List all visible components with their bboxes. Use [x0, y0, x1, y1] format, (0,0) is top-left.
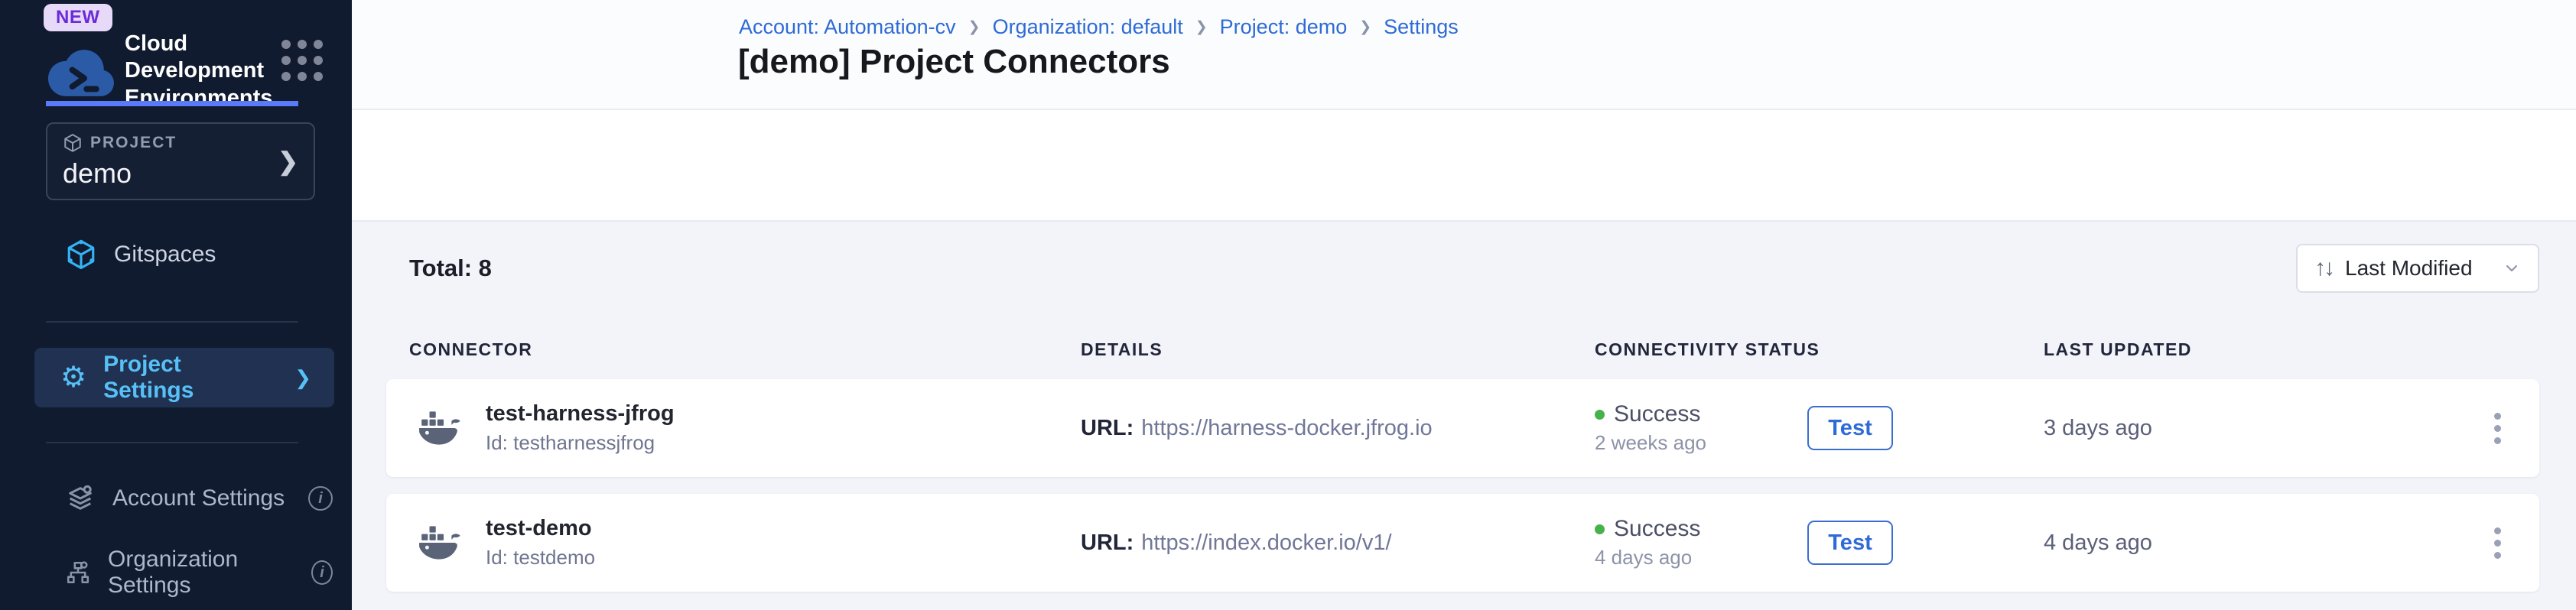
sidebar-item-account-settings[interactable]: Account Settings i [65, 483, 333, 514]
cube-icon [63, 133, 83, 153]
status-time: 4 days ago [1595, 546, 1771, 569]
org-chart-gear-icon [65, 557, 91, 588]
url-value: https://harness-docker.jfrog.io [1141, 416, 1432, 440]
docker-icon [417, 523, 467, 563]
sort-label: Last Modified [2345, 256, 2473, 281]
info-icon[interactable]: i [308, 486, 333, 511]
test-connection-button[interactable]: Test [1807, 521, 1893, 565]
sort-arrows-icon: ↑↓ [2314, 255, 2333, 281]
app-logo-row: Cloud Development Environments [44, 31, 281, 112]
sidebar-item-label: Project Settings [103, 352, 278, 404]
column-header-connectivity-status: CONNECTIVITY STATUS [1595, 339, 2044, 360]
sidebar-item-project-settings[interactable]: ⚙ Project Settings ❯ [34, 348, 334, 407]
app-title: Cloud Development Environments [125, 31, 281, 112]
page-title: [demo] Project Connectors [738, 43, 1170, 81]
page-header: Account: Automation-cv ❯ Organization: d… [352, 0, 2576, 110]
sidebar-divider [46, 442, 298, 443]
last-updated: 3 days ago [2044, 416, 2448, 441]
breadcrumb-settings[interactable]: Settings [1384, 15, 1459, 39]
url-value: https://index.docker.io/v1/ [1141, 531, 1391, 555]
chevron-right-icon: ❯ [294, 366, 311, 390]
gear-icon: ⚙ [60, 363, 86, 392]
project-label: PROJECT [90, 134, 177, 152]
breadcrumb-account[interactable]: Account: Automation-cv [739, 15, 956, 39]
column-header-details: DETAILS [1081, 339, 1595, 360]
info-glyph: i [318, 490, 323, 508]
breadcrumb-separator: ❯ [1359, 18, 1371, 36]
breadcrumb-separator: ❯ [968, 18, 981, 36]
info-glyph: i [320, 564, 324, 582]
last-updated: 4 days ago [2044, 531, 2448, 556]
sidebar: NEW Cloud Development Environments PROJE… [0, 0, 352, 610]
chevron-right-icon: ❯ [278, 147, 298, 176]
url-label: URL: [1081, 531, 1134, 555]
toolbar: + New Connector Create via YAML Builder … [352, 110, 2576, 222]
table-row[interactable]: test-harness-jfrog Id: testharnessjfrog … [386, 379, 2539, 477]
info-icon[interactable]: i [311, 560, 333, 585]
docker-icon [417, 408, 467, 448]
connectors-list: Total: 8 ↑↓ Last Modified CONNECTOR DETA… [352, 222, 2576, 610]
project-selector[interactable]: PROJECT demo ❯ [46, 122, 315, 200]
app-window: NEW Cloud Development Environments PROJE… [0, 0, 2576, 610]
logo-underline [46, 101, 298, 106]
table-row[interactable]: test-demo Id: testdemo URL: https://index… [386, 494, 2539, 592]
column-header-last-updated: LAST UPDATED [2044, 339, 2448, 360]
sidebar-item-organization-settings[interactable]: Organization Settings i [65, 547, 333, 599]
app-grid-icon[interactable] [281, 40, 323, 81]
project-value: demo [63, 157, 278, 190]
sidebar-item-label: Organization Settings [108, 547, 294, 599]
breadcrumb-organization[interactable]: Organization: default [993, 15, 1183, 39]
table-header-row: CONNECTOR DETAILS CONNECTIVITY STATUS LA… [386, 336, 2539, 362]
status-dot-icon [1595, 410, 1605, 420]
sidebar-divider [46, 321, 298, 323]
kebab-menu-icon[interactable] [2488, 521, 2507, 565]
kebab-menu-icon[interactable] [2488, 407, 2507, 450]
status-dot-icon [1595, 524, 1605, 534]
total-count: Total: 8 [386, 255, 492, 282]
sort-dropdown[interactable]: ↑↓ Last Modified [2296, 244, 2539, 293]
test-connection-button[interactable]: Test [1807, 406, 1893, 450]
column-header-connector: CONNECTOR [386, 339, 1081, 360]
url-label: URL: [1081, 416, 1134, 440]
gitspaces-cube-icon [65, 238, 97, 271]
breadcrumb-project[interactable]: Project: demo [1220, 15, 1348, 39]
chevron-down-icon [2503, 259, 2521, 277]
new-badge: NEW [44, 4, 112, 31]
connector-id: Id: testdemo [486, 546, 595, 569]
connector-name: test-harness-jfrog [486, 401, 675, 427]
cloud-logo-icon [44, 42, 120, 100]
status-text: Success [1614, 516, 1700, 542]
status-text: Success [1614, 401, 1700, 427]
sidebar-item-label: Gitspaces [114, 242, 216, 268]
sidebar-item-gitspaces[interactable]: Gitspaces [65, 238, 216, 271]
breadcrumb-separator: ❯ [1195, 18, 1208, 36]
connector-name: test-demo [486, 516, 595, 541]
status-time: 2 weeks ago [1595, 431, 1771, 455]
sidebar-item-label: Account Settings [112, 485, 285, 511]
list-controls: Total: 8 ↑↓ Last Modified [386, 243, 2539, 294]
connector-id: Id: testharnessjfrog [486, 431, 675, 455]
layers-gear-icon [65, 483, 96, 514]
breadcrumb: Account: Automation-cv ❯ Organization: d… [739, 15, 1459, 39]
